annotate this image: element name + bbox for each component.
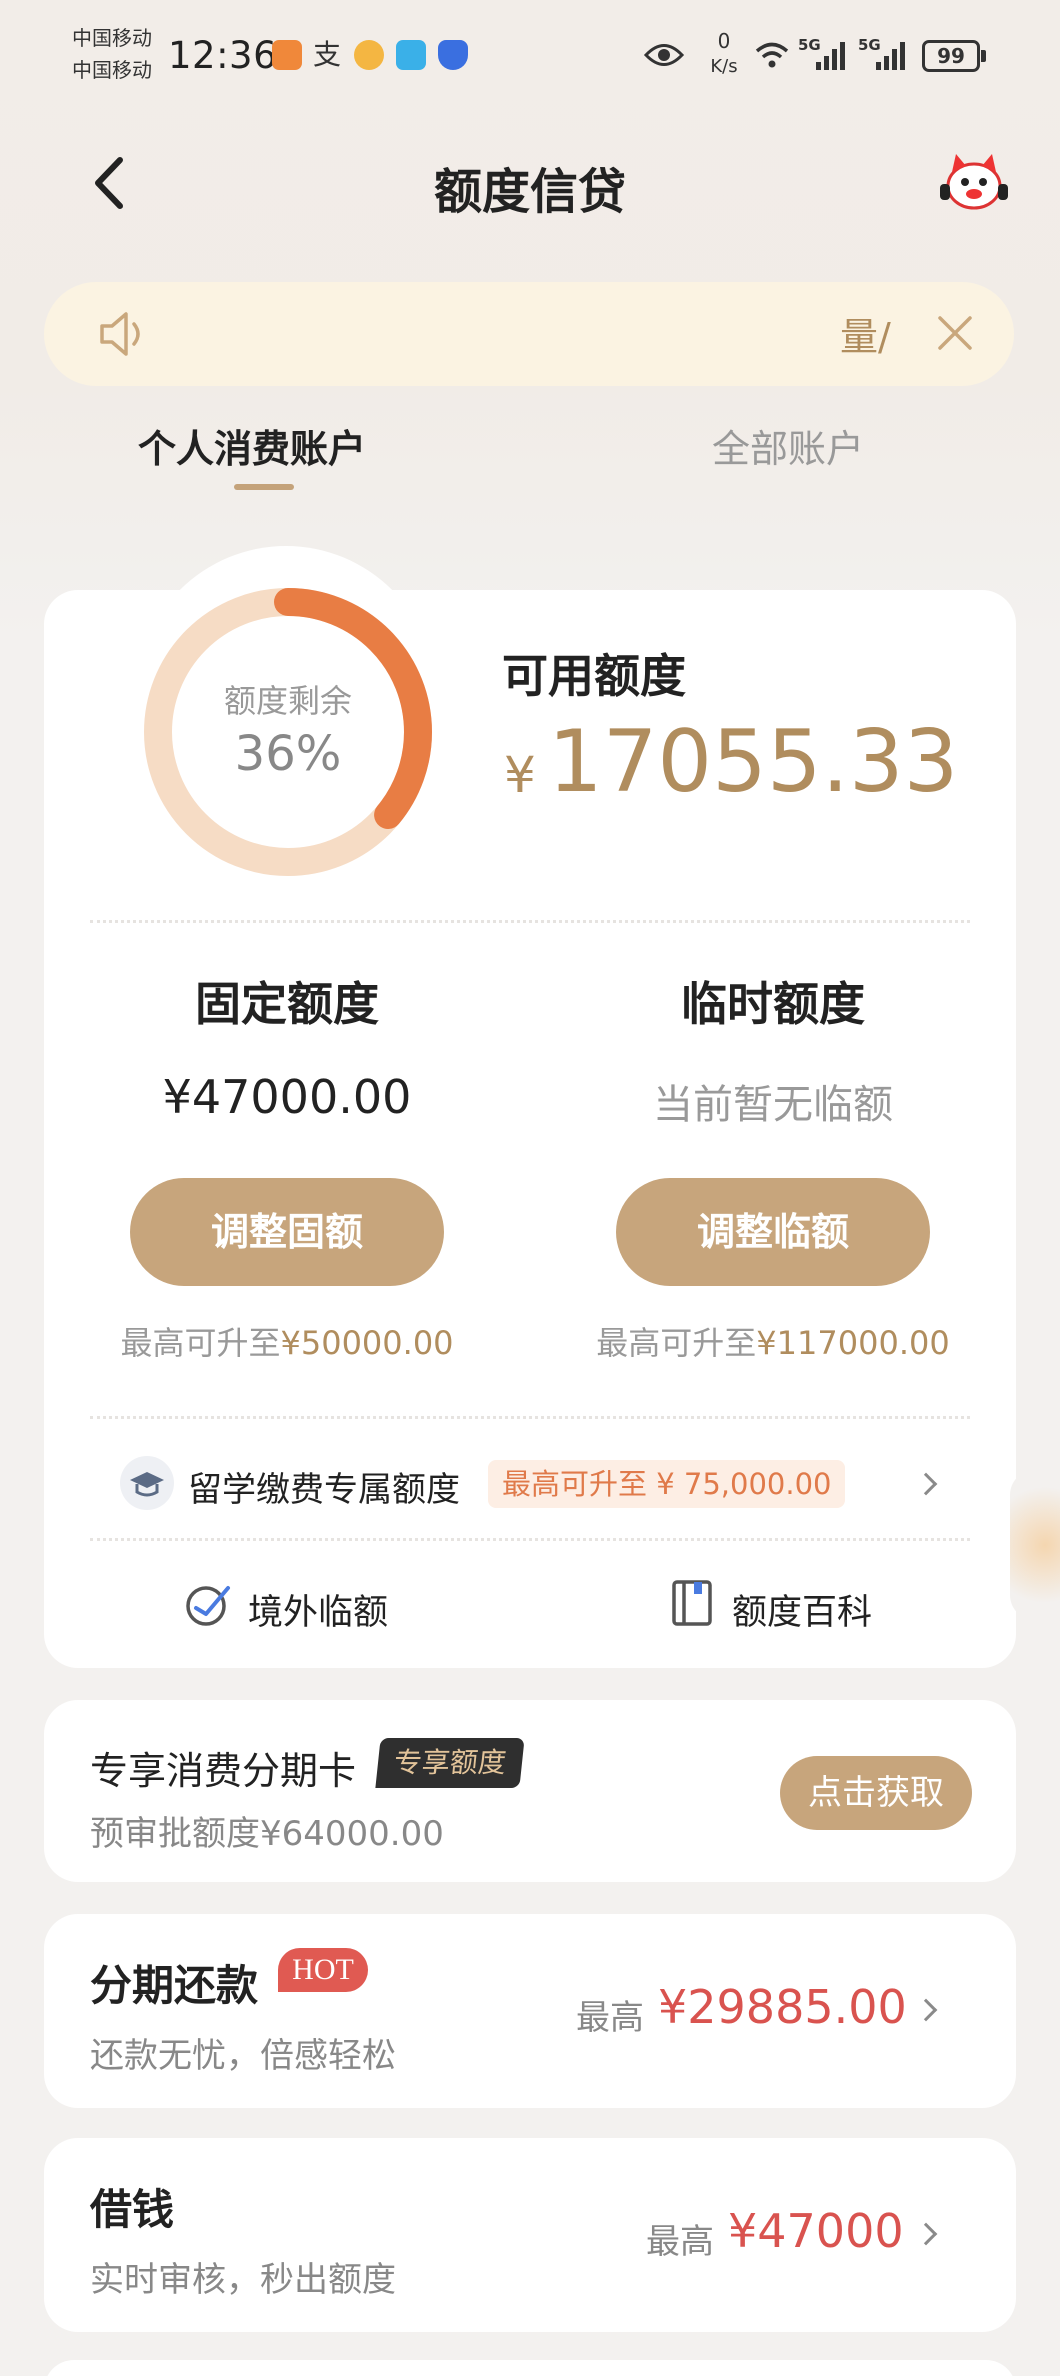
fixed-credit-label: 固定额度: [195, 977, 379, 1031]
weather-app-icon: [354, 40, 384, 70]
battery-level: 99: [937, 44, 965, 68]
temp-credit-value: 当前暂无临额: [653, 1082, 893, 1128]
get-installment-card-button[interactable]: 点击获取: [780, 1756, 972, 1830]
available-currency: ¥: [504, 746, 536, 804]
fixed-max-hint: 最高可升至¥50000.00: [92, 1318, 482, 1364]
net-speed-value: 0: [717, 29, 731, 53]
temp-max-prefix: 最高可升至: [596, 1324, 757, 1362]
borrow-amount: ¥47000: [728, 2204, 904, 2258]
ring-label: 额度剩余: [223, 682, 352, 720]
available-amount: 17055.33: [548, 712, 959, 812]
exclusive-credit-badge: 专享额度: [375, 1738, 525, 1788]
battery-icon: 99: [922, 40, 980, 72]
signal-bars-icon-2: [876, 42, 905, 70]
adjust-temp-button[interactable]: 调整临额: [616, 1178, 930, 1286]
signal-bars-icon-1: [816, 42, 845, 70]
overseas-credit-link[interactable]: 境外临额: [248, 1584, 388, 1635]
tab-personal-consumer[interactable]: 个人消费账户: [138, 418, 366, 473]
fixed-max-prefix: 最高可升至: [120, 1324, 281, 1362]
study-abroad-tag: 最高可升至 ¥ 75,000.00: [488, 1460, 846, 1508]
speaker-icon: [100, 312, 140, 356]
installment-repay-title: 分期还款: [90, 1961, 259, 2010]
net-speed-unit: K/s: [710, 56, 738, 77]
installment-repay-amount: ¥29885.00: [658, 1980, 907, 2034]
overseas-credit-icon: [186, 1586, 230, 1626]
carrier-label-1: 中国移动: [72, 26, 152, 50]
temp-credit-label: 临时额度: [681, 977, 865, 1031]
credit-wiki-icon: [672, 1580, 712, 1626]
available-label: 可用额度: [502, 649, 686, 703]
fixed-credit-value: ¥47000.00: [162, 1070, 412, 1124]
battery-tip: [981, 50, 986, 62]
page-title: 额度信贷: [433, 164, 626, 220]
adjust-fixed-button[interactable]: 调整固额: [130, 1178, 444, 1286]
borrow-title: 借钱: [90, 2185, 175, 2234]
fixed-max-value: ¥50000.00: [280, 1324, 454, 1362]
divider: [90, 1416, 970, 1419]
coin-decoration: [1010, 1470, 1060, 1620]
carrier-label-2: 中国移动: [72, 58, 152, 82]
eye-icon: [644, 44, 684, 66]
mascot-icon[interactable]: [938, 150, 1010, 214]
installment-repay-prefix: 最高: [576, 1998, 644, 2038]
divider: [90, 1538, 970, 1541]
notice-bar[interactable]: 量/: [44, 282, 1014, 386]
alipay-app-icon: 支: [312, 38, 341, 71]
borrow-prefix: 最高: [646, 2222, 714, 2262]
credit-wiki-link[interactable]: 额度百科: [732, 1584, 872, 1635]
temp-max-hint: 最高可升至¥117000.00: [578, 1318, 968, 1364]
notice-text: 量/: [840, 315, 891, 359]
reader-app-icon: [396, 40, 426, 70]
status-bar: 中国移动 中国移动 12:36 支 0 K/s 5G 5G 99: [0, 0, 1060, 120]
tab-all-accounts[interactable]: 全部账户: [712, 418, 864, 473]
close-icon[interactable]: [936, 314, 974, 352]
ring-percent: 36%: [234, 726, 342, 782]
active-tab-indicator: [234, 484, 294, 490]
temp-max-value: ¥117000.00: [756, 1324, 950, 1362]
installment-repay-subtitle: 还款无忧，倍感轻松: [90, 2036, 396, 2076]
taobao-app-icon: [272, 40, 302, 70]
graduation-cap-icon: [120, 1456, 174, 1510]
next-panel-peek: [44, 2360, 1016, 2376]
study-abroad-label: 留学缴费专属额度: [188, 1470, 460, 1510]
installment-card-subtitle: 预审批额度¥64000.00: [90, 1814, 444, 1854]
hot-badge: HOT: [278, 1948, 368, 1992]
divider: [90, 920, 970, 923]
borrow-subtitle: 实时审核，秒出额度: [90, 2260, 396, 2300]
installment-card-title: 专享消费分期卡: [90, 1749, 357, 1793]
security-app-icon: [438, 40, 468, 70]
status-time: 12:36: [168, 34, 278, 77]
wifi-icon: [755, 42, 789, 68]
